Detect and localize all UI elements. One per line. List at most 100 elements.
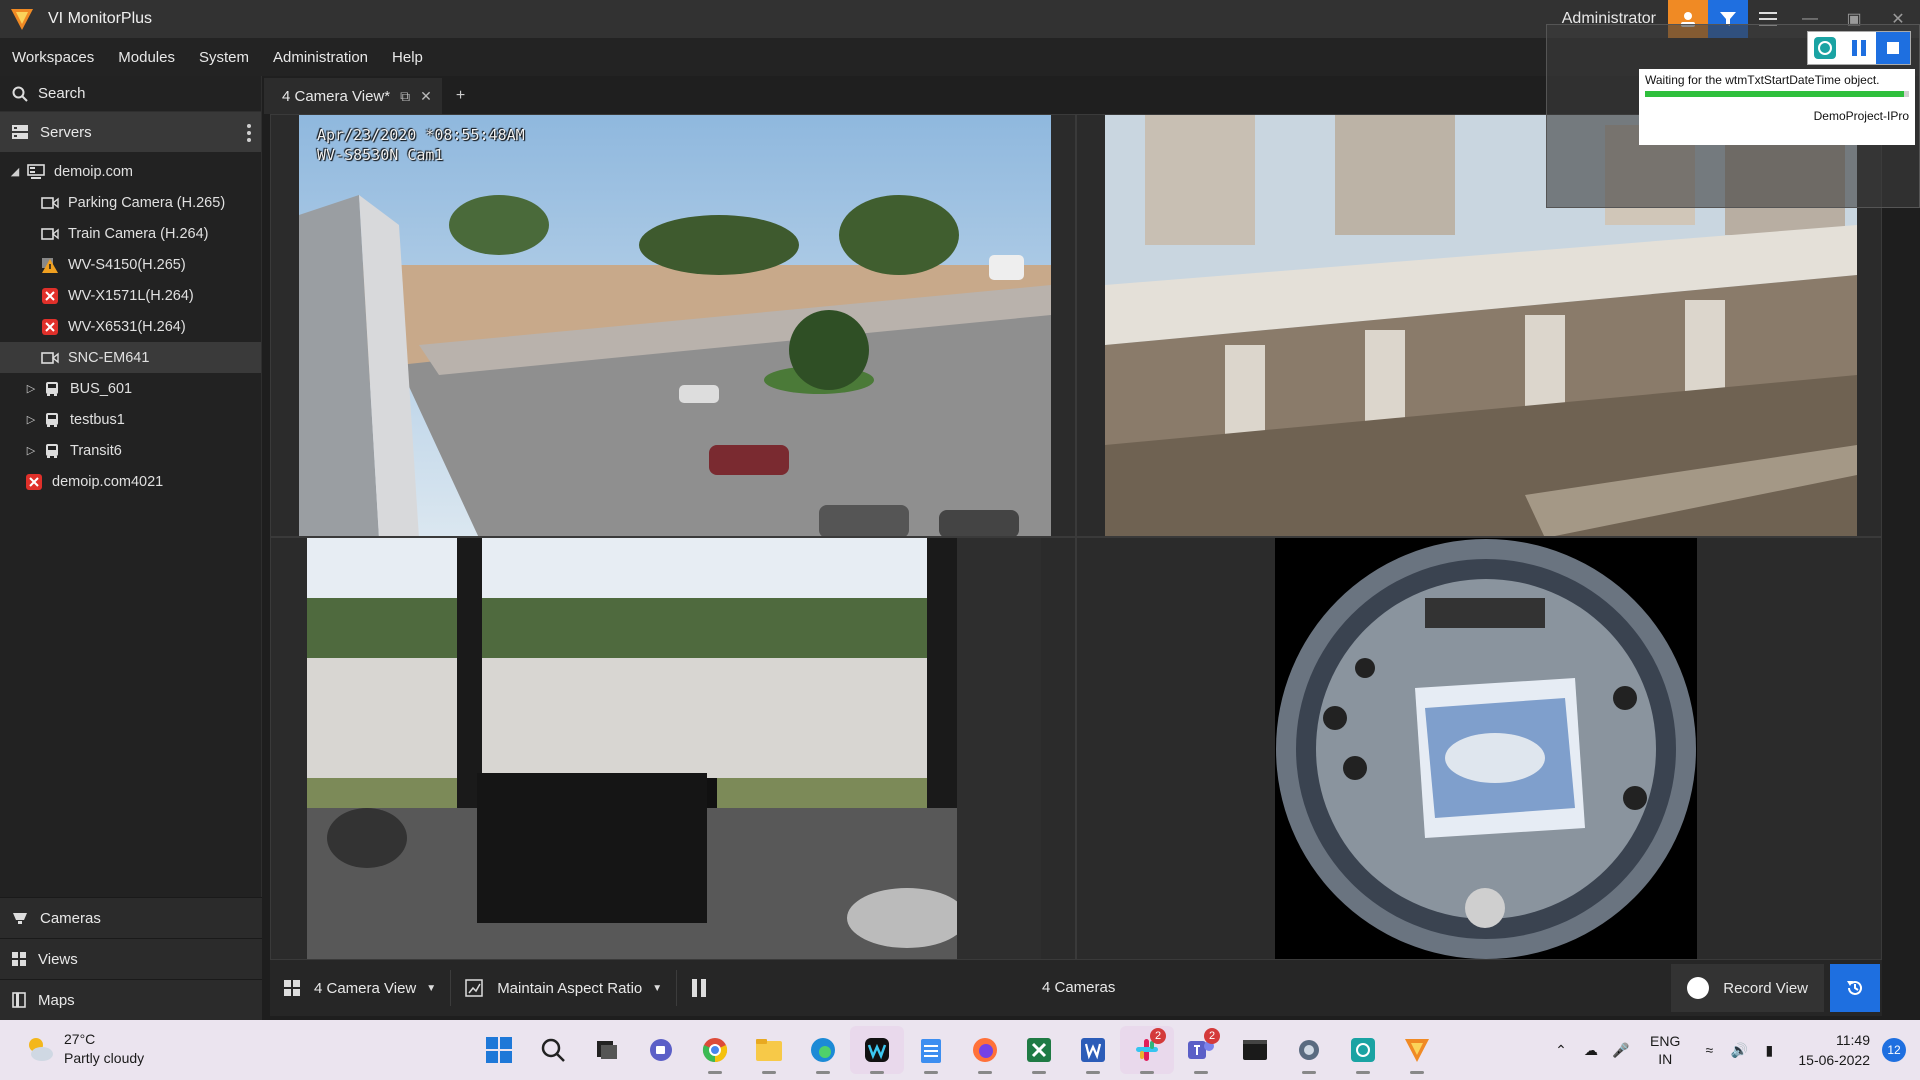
nav-views[interactable]: Views xyxy=(0,938,262,979)
search-box[interactable]: Search xyxy=(0,76,261,112)
tree-item-label: demoip.com xyxy=(54,163,133,180)
menu-workspaces[interactable]: Workspaces xyxy=(0,49,106,66)
expand-arrow-icon[interactable]: ▷ xyxy=(24,444,38,457)
search-icon xyxy=(541,1038,565,1062)
system-tray: ⌃ ☁ 🎤 ENG IN ≈ 🔊 ▮ 11:49 15-06-2022 12 xyxy=(1546,1020,1920,1080)
menu-administration[interactable]: Administration xyxy=(261,49,380,66)
expand-arrow-icon[interactable]: ▷ xyxy=(24,413,38,426)
language-indicator[interactable]: ENG IN xyxy=(1650,1032,1680,1068)
app-title: VI MonitorPlus xyxy=(48,10,153,27)
volume-icon[interactable]: 🔊 xyxy=(1724,1042,1754,1059)
automation-progress-bar xyxy=(1645,91,1909,97)
pause-button[interactable] xyxy=(677,960,721,1016)
sidebar-bottom-nav: Cameras Views Maps xyxy=(0,897,262,1020)
add-tab-button[interactable]: + xyxy=(442,78,479,114)
servers-icon xyxy=(12,125,28,139)
tree-item-camera[interactable]: WV-X1571L(H.264) xyxy=(0,280,261,311)
language-bottom: IN xyxy=(1658,1051,1673,1067)
weather-temperature: 27°C xyxy=(64,1031,96,1047)
menu-system[interactable]: System xyxy=(187,49,261,66)
task-view-button[interactable] xyxy=(580,1026,634,1074)
teams-chat-app[interactable] xyxy=(634,1026,688,1074)
expand-arrow-icon[interactable]: ▷ xyxy=(24,382,38,395)
monitorplus-app[interactable] xyxy=(1390,1026,1444,1074)
menu-modules[interactable]: Modules xyxy=(106,49,187,66)
firefox-app[interactable] xyxy=(958,1026,1012,1074)
refresh-button[interactable] xyxy=(1830,964,1880,1012)
aspect-ratio-label: Maintain Aspect Ratio xyxy=(497,979,643,997)
record-view-label: Record View xyxy=(1723,979,1808,997)
settings-app[interactable] xyxy=(1282,1026,1336,1074)
camera-icon xyxy=(41,196,59,209)
weather-widget[interactable]: 27°C Partly cloudy xyxy=(24,1030,144,1068)
tree-item-camera-selected[interactable]: SNC-EM641 xyxy=(0,342,261,373)
servers-section-header[interactable]: Servers xyxy=(0,112,261,152)
excel-app[interactable] xyxy=(1012,1026,1066,1074)
clock[interactable]: 11:49 15-06-2022 xyxy=(1798,1030,1870,1070)
slack-app[interactable]: 2 xyxy=(1120,1026,1174,1074)
camera-tile-1[interactable]: Apr/23/2020 *08:55:48AM WV-S8530N Cam1 xyxy=(270,114,1076,537)
notepad-app[interactable] xyxy=(904,1026,958,1074)
nav-maps[interactable]: Maps xyxy=(0,979,262,1020)
word-app[interactable] xyxy=(1066,1026,1120,1074)
bus-icon xyxy=(46,381,58,396)
chevron-up-icon[interactable]: ⌃ xyxy=(1546,1042,1576,1059)
camera-tile-4[interactable] xyxy=(1076,537,1882,960)
popout-icon[interactable]: ⧉ xyxy=(400,88,410,105)
nav-cameras[interactable]: Cameras xyxy=(0,897,262,938)
word-icon xyxy=(1081,1038,1105,1062)
notification-badge[interactable]: 12 xyxy=(1882,1038,1906,1062)
sidebar: Search Servers ◢ demoip.com Parking Came… xyxy=(0,76,262,1020)
close-tab-icon[interactable]: ✕ xyxy=(420,88,432,105)
nav-maps-label: Maps xyxy=(38,991,75,1009)
automation-status-box: Waiting for the wtmTxtStartDateTime obje… xyxy=(1639,69,1915,145)
collapse-arrow-icon[interactable]: ◢ xyxy=(8,165,22,178)
terminal-app[interactable] xyxy=(1228,1026,1282,1074)
task-view-icon xyxy=(597,1041,617,1059)
onedrive-icon[interactable]: ☁ xyxy=(1576,1042,1606,1059)
microphone-icon[interactable]: 🎤 xyxy=(1606,1042,1636,1059)
chrome-app[interactable] xyxy=(688,1026,742,1074)
teams-app[interactable]: 2 xyxy=(1174,1026,1228,1074)
tree-item-label: testbus1 xyxy=(70,411,125,428)
tree-item-camera[interactable]: Train Camera (H.264) xyxy=(0,218,261,249)
tree-item-label: SNC-EM641 xyxy=(68,349,150,366)
tab-4-camera-view[interactable]: 4 Camera View* ⧉ ✕ xyxy=(264,78,442,114)
automation-stop-button[interactable] xyxy=(1876,32,1910,64)
grid-layout-icon xyxy=(284,980,300,996)
app-logo-icon xyxy=(11,9,33,30)
camera-tile-3[interactable] xyxy=(270,537,1076,960)
camera-warning-icon xyxy=(42,257,58,273)
server-icon xyxy=(27,163,45,179)
tree-item-bus[interactable]: ▷ testbus1 xyxy=(0,404,261,435)
tree-item-server[interactable]: demoip.com4021 xyxy=(0,466,261,497)
slack-badge: 2 xyxy=(1150,1028,1166,1044)
menu-help[interactable]: Help xyxy=(380,49,435,66)
record-view-button[interactable]: Record View xyxy=(1671,964,1824,1012)
server-error-icon xyxy=(26,473,42,490)
taskbar-search-button[interactable] xyxy=(526,1026,580,1074)
automation-app-button[interactable] xyxy=(1808,32,1842,64)
automation-tool-app[interactable] xyxy=(1336,1026,1390,1074)
grid-icon xyxy=(12,952,26,966)
automation-pause-button[interactable] xyxy=(1842,32,1876,64)
language-top: ENG xyxy=(1650,1033,1681,1049)
file-explorer-app[interactable] xyxy=(742,1026,796,1074)
servers-more-icon[interactable] xyxy=(247,124,251,142)
tree-item-bus[interactable]: ▷ Transit6 xyxy=(0,435,261,466)
wifi-icon[interactable]: ≈ xyxy=(1694,1042,1724,1058)
tree-item-server[interactable]: ◢ demoip.com xyxy=(0,156,261,187)
tree-item-camera[interactable]: WV-X6531(H.264) xyxy=(0,311,261,342)
excel-icon xyxy=(1027,1038,1051,1062)
edge-app[interactable] xyxy=(796,1026,850,1074)
camera-feed-fisheye xyxy=(1275,538,1697,959)
aspect-ratio-selector[interactable]: Maintain Aspect Ratio ▼ xyxy=(451,960,676,1016)
view-selector[interactable]: 4 Camera View ▼ xyxy=(270,960,450,1016)
tree-item-camera[interactable]: Parking Camera (H.265) xyxy=(0,187,261,218)
camera-error-icon xyxy=(42,318,58,335)
start-button[interactable] xyxy=(472,1026,526,1074)
battery-icon[interactable]: ▮ xyxy=(1754,1042,1784,1059)
webex-app[interactable] xyxy=(850,1026,904,1074)
tree-item-bus[interactable]: ▷ BUS_601 xyxy=(0,373,261,404)
tree-item-camera[interactable]: WV-S4150(H.265) xyxy=(0,249,261,280)
